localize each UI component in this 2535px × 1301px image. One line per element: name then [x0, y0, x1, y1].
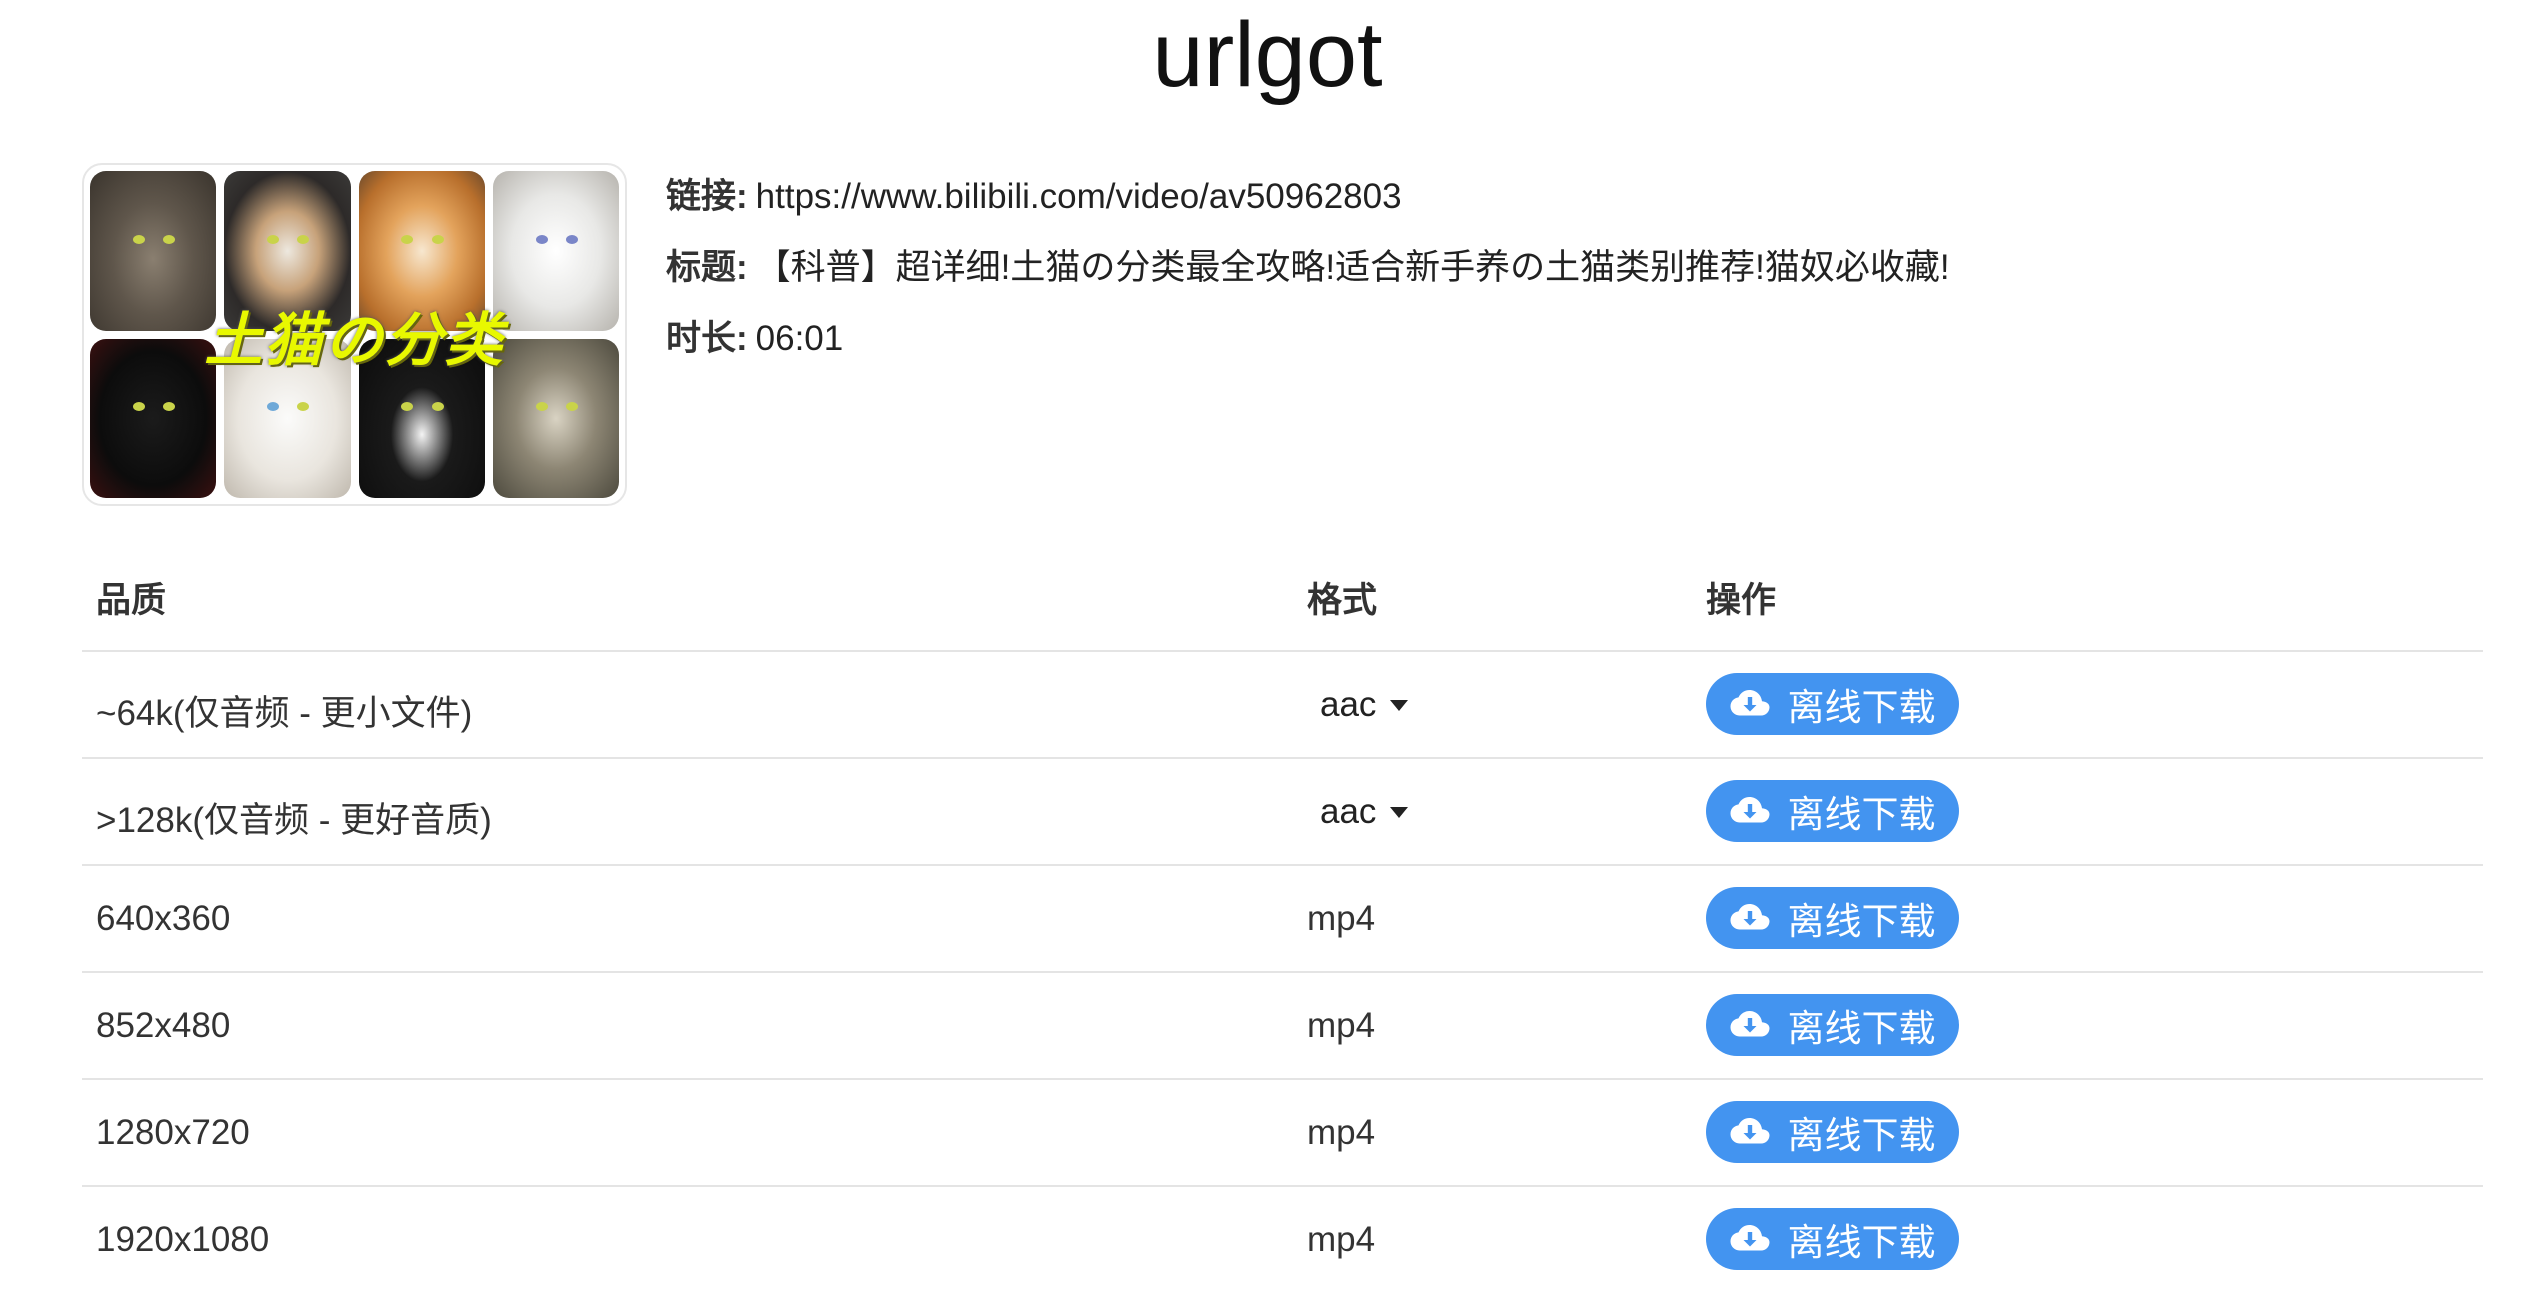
offline-download-label: 离线下载 — [1787, 1114, 1936, 1157]
offline-download-label: 离线下载 — [1787, 686, 1936, 729]
quality-cell: 1920x1080 — [96, 1220, 270, 1259]
format-cell: mp4 — [1307, 1113, 1376, 1152]
header-format: 格式 — [1307, 581, 1378, 620]
site-title: urlgot — [1152, 4, 1383, 106]
caret-down-icon — [1390, 806, 1409, 818]
quality-cell: 640x360 — [96, 899, 231, 938]
quality-cell: ~64k(仅音频 - 更小文件) — [96, 694, 473, 733]
table-row: ~64k(仅音频 - 更小文件) aac 离线下载 — [82, 652, 2483, 759]
cloud-download-icon — [1730, 1225, 1769, 1251]
format-select-value: aac — [1320, 685, 1377, 724]
cloud-download-icon — [1730, 797, 1769, 823]
quality-cell: 1280x720 — [96, 1113, 250, 1152]
table-row: >128k(仅音频 - 更好音质) aac 离线下载 — [82, 759, 2483, 866]
video-thumbnail: 土猫の分类 — [82, 163, 627, 506]
download-table: 品质 格式 操作 ~64k(仅音频 - 更小文件) aac 离线下载 >128k… — [82, 550, 2483, 1292]
header-action: 操作 — [1706, 581, 1777, 620]
header-quality: 品质 — [96, 581, 167, 620]
offline-download-button[interactable]: 离线下载 — [1706, 1101, 1959, 1163]
format-cell: mp4 — [1307, 1220, 1376, 1259]
format-cell: mp4 — [1307, 1006, 1376, 1045]
offline-download-label: 离线下载 — [1787, 793, 1936, 836]
info-link-row: 链接: https://www.bilibili.com/video/av509… — [666, 168, 1950, 239]
table-row: 852x480 mp4 离线下载 — [82, 973, 2483, 1080]
offline-download-label: 离线下载 — [1787, 1221, 1936, 1264]
offline-download-button[interactable]: 离线下载 — [1706, 887, 1959, 949]
offline-download-button[interactable]: 离线下载 — [1706, 994, 1959, 1056]
format-select[interactable]: aac — [1320, 685, 1409, 725]
title-value: 【科普】超详细!土猫の分类最全攻略!适合新手养の土猫类别推荐!猫奴必收藏! — [755, 248, 1950, 287]
table-row: 640x360 mp4 离线下载 — [82, 866, 2483, 973]
table-row: 1280x720 mp4 离线下载 — [82, 1080, 2483, 1187]
format-cell: mp4 — [1307, 899, 1376, 938]
offline-download-label: 离线下载 — [1787, 1007, 1936, 1050]
cloud-download-icon — [1730, 1011, 1769, 1037]
cloud-download-icon — [1730, 904, 1769, 930]
format-select-value: aac — [1320, 792, 1377, 831]
quality-cell: 852x480 — [96, 1006, 231, 1045]
table-header: 品质 格式 操作 — [82, 550, 2483, 652]
duration-label: 时长: — [666, 319, 748, 358]
quality-cell: >128k(仅音频 - 更好音质) — [96, 801, 492, 840]
cloud-download-icon — [1730, 1118, 1769, 1144]
info-title-row: 标题: 【科普】超详细!土猫の分类最全攻略!适合新手养の土猫类别推荐!猫奴必收藏… — [666, 239, 1950, 310]
page: urlgot 土猫の分类 链接: https://www.bilibili.co… — [0, 0, 2535, 1301]
title-label: 标题: — [666, 248, 748, 287]
link-label: 链接: — [666, 177, 748, 216]
thumbnail-overlay-text: 土猫の分类 — [204, 308, 505, 373]
cloud-download-icon — [1730, 690, 1769, 716]
link-value: https://www.bilibili.com/video/av5096280… — [755, 177, 1402, 216]
format-select[interactable]: aac — [1320, 792, 1409, 832]
duration-value: 06:01 — [755, 319, 844, 358]
table-row: 1920x1080 mp4 离线下载 — [82, 1187, 2483, 1292]
offline-download-label: 离线下载 — [1787, 900, 1936, 943]
video-info: 链接: https://www.bilibili.com/video/av509… — [666, 168, 1950, 381]
offline-download-button[interactable]: 离线下载 — [1706, 1208, 1959, 1270]
caret-down-icon — [1390, 699, 1409, 711]
offline-download-button[interactable]: 离线下载 — [1706, 673, 1959, 735]
offline-download-button[interactable]: 离线下载 — [1706, 780, 1959, 842]
info-duration-row: 时长: 06:01 — [666, 310, 1950, 381]
